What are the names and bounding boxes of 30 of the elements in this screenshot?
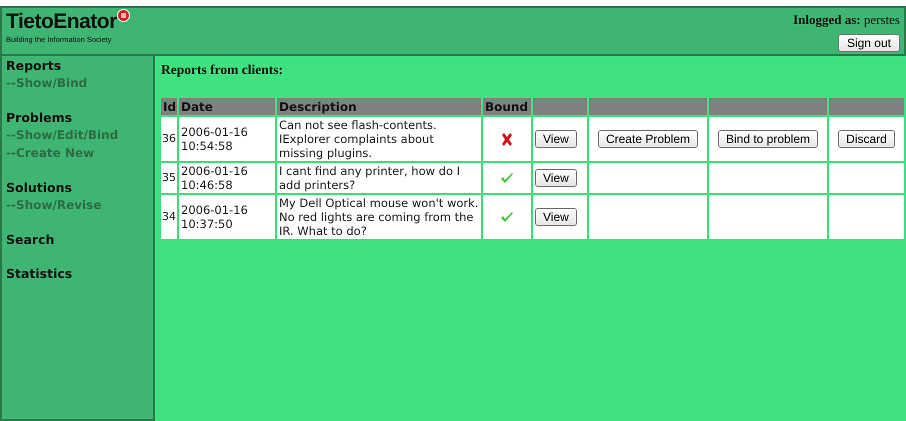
column-header: Bound	[483, 98, 531, 116]
action-button[interactable]: Bind to problem	[718, 130, 818, 148]
sign-out-button[interactable]: Sign out	[838, 34, 900, 52]
table-cell: 2006-01-16 10:37:50	[179, 195, 275, 240]
logged-in-user: Inlogged as: perstes	[793, 11, 900, 29]
sidebar-heading[interactable]: Search	[6, 232, 149, 248]
table-cell: 2006-01-16 10:54:58	[179, 117, 275, 162]
sidebar-heading[interactable]: Reports	[6, 58, 149, 74]
table-cell: 36	[161, 117, 177, 162]
sidebar-heading[interactable]: Statistics	[6, 266, 149, 282]
table-cell: 34	[161, 195, 177, 240]
table-cell: I cant find any printer, how do I add printers?	[277, 163, 481, 194]
sidebar-heading[interactable]: Solutions	[6, 180, 149, 196]
action-button[interactable]: View	[535, 130, 577, 148]
table-cell: 35	[161, 163, 177, 194]
table-cell: Can not see flash-contents. IExplorer complaints about missing plugins.	[277, 117, 481, 162]
table-cell: My Dell Optical mouse won't work. No red lights are coming from the IR. What to do?	[277, 195, 481, 240]
sidebar-heading[interactable]: Problems	[6, 110, 149, 126]
action-button[interactable]: Discard	[838, 130, 895, 148]
column-header: Id	[161, 98, 177, 116]
page-title: Reports from clients:	[161, 61, 284, 79]
column-header: Date	[179, 98, 275, 116]
column-header	[533, 98, 587, 116]
logo: TietoEnator	[6, 10, 117, 34]
column-header: Description	[277, 98, 481, 116]
action-button[interactable]: View	[535, 208, 577, 226]
table-cell: 2006-01-16 10:46:58	[179, 163, 275, 194]
action-button[interactable]: View	[535, 169, 577, 188]
action-button[interactable]: Create Problem	[598, 130, 698, 148]
badge-icon	[116, 9, 130, 22]
